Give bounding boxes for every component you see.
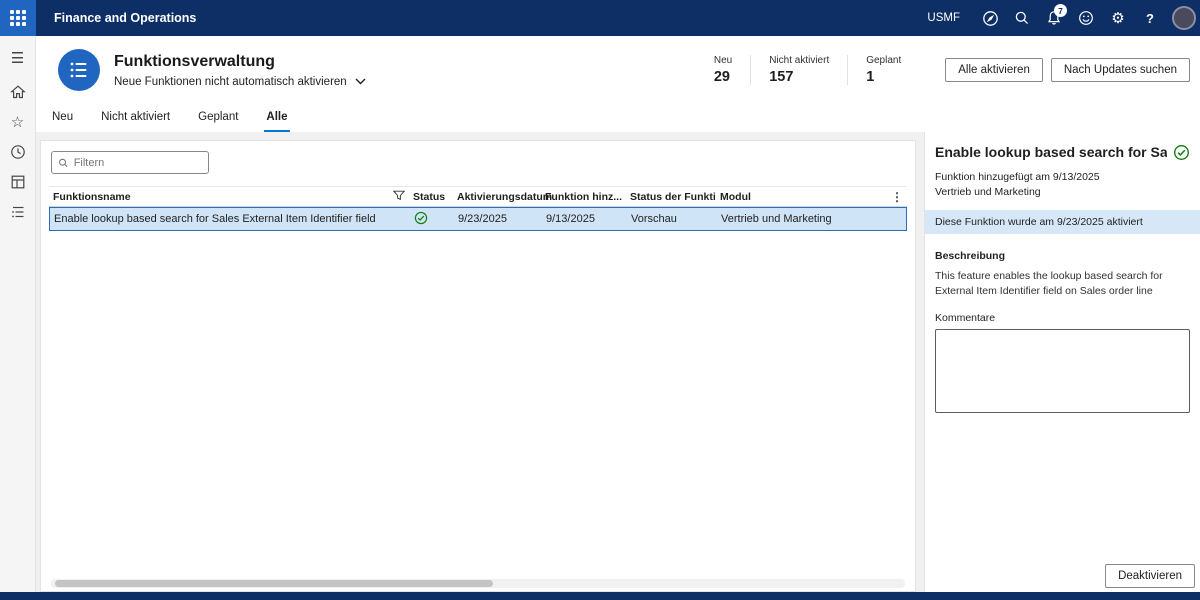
comments-label: Kommentare [935, 312, 1190, 324]
column-aktivierungsdatum[interactable]: Aktivierungsdatum [453, 191, 541, 203]
sidebar-item-home[interactable] [4, 78, 32, 106]
tab-scheduled[interactable]: Geplant [196, 111, 240, 132]
gear-icon: ⚙ [1111, 11, 1124, 26]
column-funktionsname[interactable]: Funktionsname [49, 190, 409, 204]
stat-not-enabled: Nicht aktiviert 157 [750, 55, 847, 85]
top-navigation-bar: Finance and Operations USMF 7 ⚙ [0, 0, 1200, 36]
feature-grid-panel: Funktionsname Status Aktivierungsdatum F… [40, 140, 916, 592]
description-text: This feature enables the lookup based se… [935, 269, 1190, 298]
horizontal-scrollbar[interactable] [51, 579, 905, 588]
stat-label: Geplant [866, 55, 901, 66]
table-row[interactable]: Enable lookup based search for Sales Ext… [49, 207, 907, 231]
auto-enable-dropdown[interactable]: Neue Funktionen nicht automatisch aktivi… [114, 76, 366, 88]
column-label: Funktionsname [53, 191, 131, 203]
search-icon [1014, 10, 1030, 26]
navigation-sidebar: ☰ ☆ [0, 36, 36, 592]
subtitle-label: Neue Funktionen nicht automatisch aktivi… [114, 76, 347, 88]
feature-tabs: Neu Nicht aktiviert Geplant Alle [36, 104, 1200, 132]
search-button[interactable] [1006, 0, 1038, 36]
app-launcher-button[interactable] [0, 0, 36, 36]
details-enabled-check-icon [1173, 144, 1190, 166]
topbar-actions: USMF 7 ⚙ ? [921, 0, 1200, 36]
home-icon [10, 84, 26, 100]
stat-new: Neu 29 [696, 55, 750, 85]
sidebar-item-favorites[interactable]: ☆ [4, 108, 32, 136]
table-header-row: Funktionsname Status Aktivierungsdatum F… [49, 186, 907, 207]
column-status-der-funktion[interactable]: Status der Funktion [626, 191, 716, 203]
column-label: Status [413, 191, 445, 203]
workspaces-icon [10, 174, 26, 190]
details-module: Vertrieb und Marketing [935, 186, 1190, 198]
column-options-icon[interactable]: ⋮ [887, 190, 907, 204]
cell-aktivierungsdatum: 9/23/2025 [454, 213, 542, 225]
cell-status-der-funktion: Vorschau [627, 213, 717, 225]
tab-all[interactable]: Alle [264, 111, 289, 132]
column-label: Status der Funktion [630, 191, 716, 203]
user-avatar[interactable] [1172, 6, 1196, 30]
description-label: Beschreibung [935, 250, 1190, 262]
app-title[interactable]: Finance and Operations [36, 0, 215, 36]
hamburger-icon: ☰ [11, 49, 24, 67]
filter-search-icon [58, 157, 69, 169]
details-added-date: Funktion hinzugefügt am 9/13/2025 [935, 171, 1190, 183]
waffle-icon [10, 10, 26, 26]
modules-icon [10, 204, 26, 220]
sidebar-item-recent[interactable] [4, 138, 32, 166]
stat-label: Neu [714, 55, 732, 66]
company-selector[interactable]: USMF [921, 12, 974, 24]
filter-input[interactable] [74, 157, 202, 169]
star-icon: ☆ [11, 113, 24, 131]
filter-field [51, 151, 209, 174]
environment-button[interactable] [974, 0, 1006, 36]
activation-info-banner: Diese Funktion wurde am 9/23/2025 aktivi… [925, 210, 1200, 234]
expand-menu-button[interactable]: ☰ [4, 44, 32, 72]
stat-value: 29 [714, 69, 732, 85]
cell-funktionsname: Enable lookup based search for Sales Ext… [50, 213, 410, 225]
check-updates-button[interactable]: Nach Updates suchen [1051, 58, 1190, 82]
disable-button[interactable]: Deaktivieren [1105, 564, 1195, 588]
feature-counts: Neu 29 Nicht aktiviert 157 Geplant 1 [696, 50, 919, 90]
stat-value: 1 [866, 69, 901, 85]
comments-textarea[interactable] [935, 329, 1190, 413]
column-modul[interactable]: Modul [716, 191, 887, 203]
bottom-bar [0, 592, 1200, 600]
cell-funktion-hinzugefuegt: 9/13/2025 [542, 213, 627, 225]
cell-modul: Vertrieb und Marketing [717, 213, 886, 225]
feature-details-panel: Enable lookup based search for Sales ...… [924, 132, 1200, 592]
sidebar-item-workspaces[interactable] [4, 168, 32, 196]
column-status[interactable]: Status [409, 191, 453, 203]
stat-scheduled: Geplant 1 [847, 55, 919, 85]
stat-value: 157 [769, 69, 829, 85]
clock-icon [10, 144, 26, 160]
scrollbar-thumb[interactable] [55, 580, 493, 587]
globe-icon [982, 10, 999, 27]
feedback-button[interactable] [1070, 0, 1102, 36]
feature-name: Enable lookup based search for Sales Ext… [54, 213, 376, 225]
tab-new[interactable]: Neu [50, 111, 75, 132]
notification-badge: 7 [1054, 4, 1067, 17]
column-label: Funktion hinz... [545, 191, 622, 203]
column-funktion-hinzugefuegt[interactable]: Funktion hinz... ↓ [541, 191, 626, 203]
column-label: Modul [720, 191, 751, 203]
notifications-button[interactable]: 7 [1038, 0, 1070, 36]
chevron-down-icon [355, 76, 366, 88]
enabled-check-icon [414, 211, 428, 228]
tab-not-enabled[interactable]: Nicht aktiviert [99, 111, 172, 132]
stat-label: Nicht aktiviert [769, 55, 829, 66]
smiley-icon [1078, 10, 1094, 26]
cell-status [410, 211, 454, 228]
content-area: Funktionsname Status Aktivierungsdatum F… [36, 132, 1200, 592]
page-title: Funktionsverwaltung [114, 53, 366, 71]
column-label: Aktivierungsdatum [457, 191, 552, 203]
sidebar-item-modules[interactable] [4, 198, 32, 226]
feature-management-icon [58, 49, 100, 91]
settings-button[interactable]: ⚙ [1102, 0, 1134, 36]
page-header: Funktionsverwaltung Neue Funktionen nich… [36, 36, 1200, 104]
feature-table: Funktionsname Status Aktivierungsdatum F… [49, 186, 907, 231]
enable-all-button[interactable]: Alle aktivieren [945, 58, 1043, 82]
help-icon: ? [1146, 12, 1154, 25]
help-button[interactable]: ? [1134, 0, 1166, 36]
details-title: Enable lookup based search for Sales ... [935, 144, 1167, 160]
filter-funnel-icon[interactable] [393, 190, 405, 204]
